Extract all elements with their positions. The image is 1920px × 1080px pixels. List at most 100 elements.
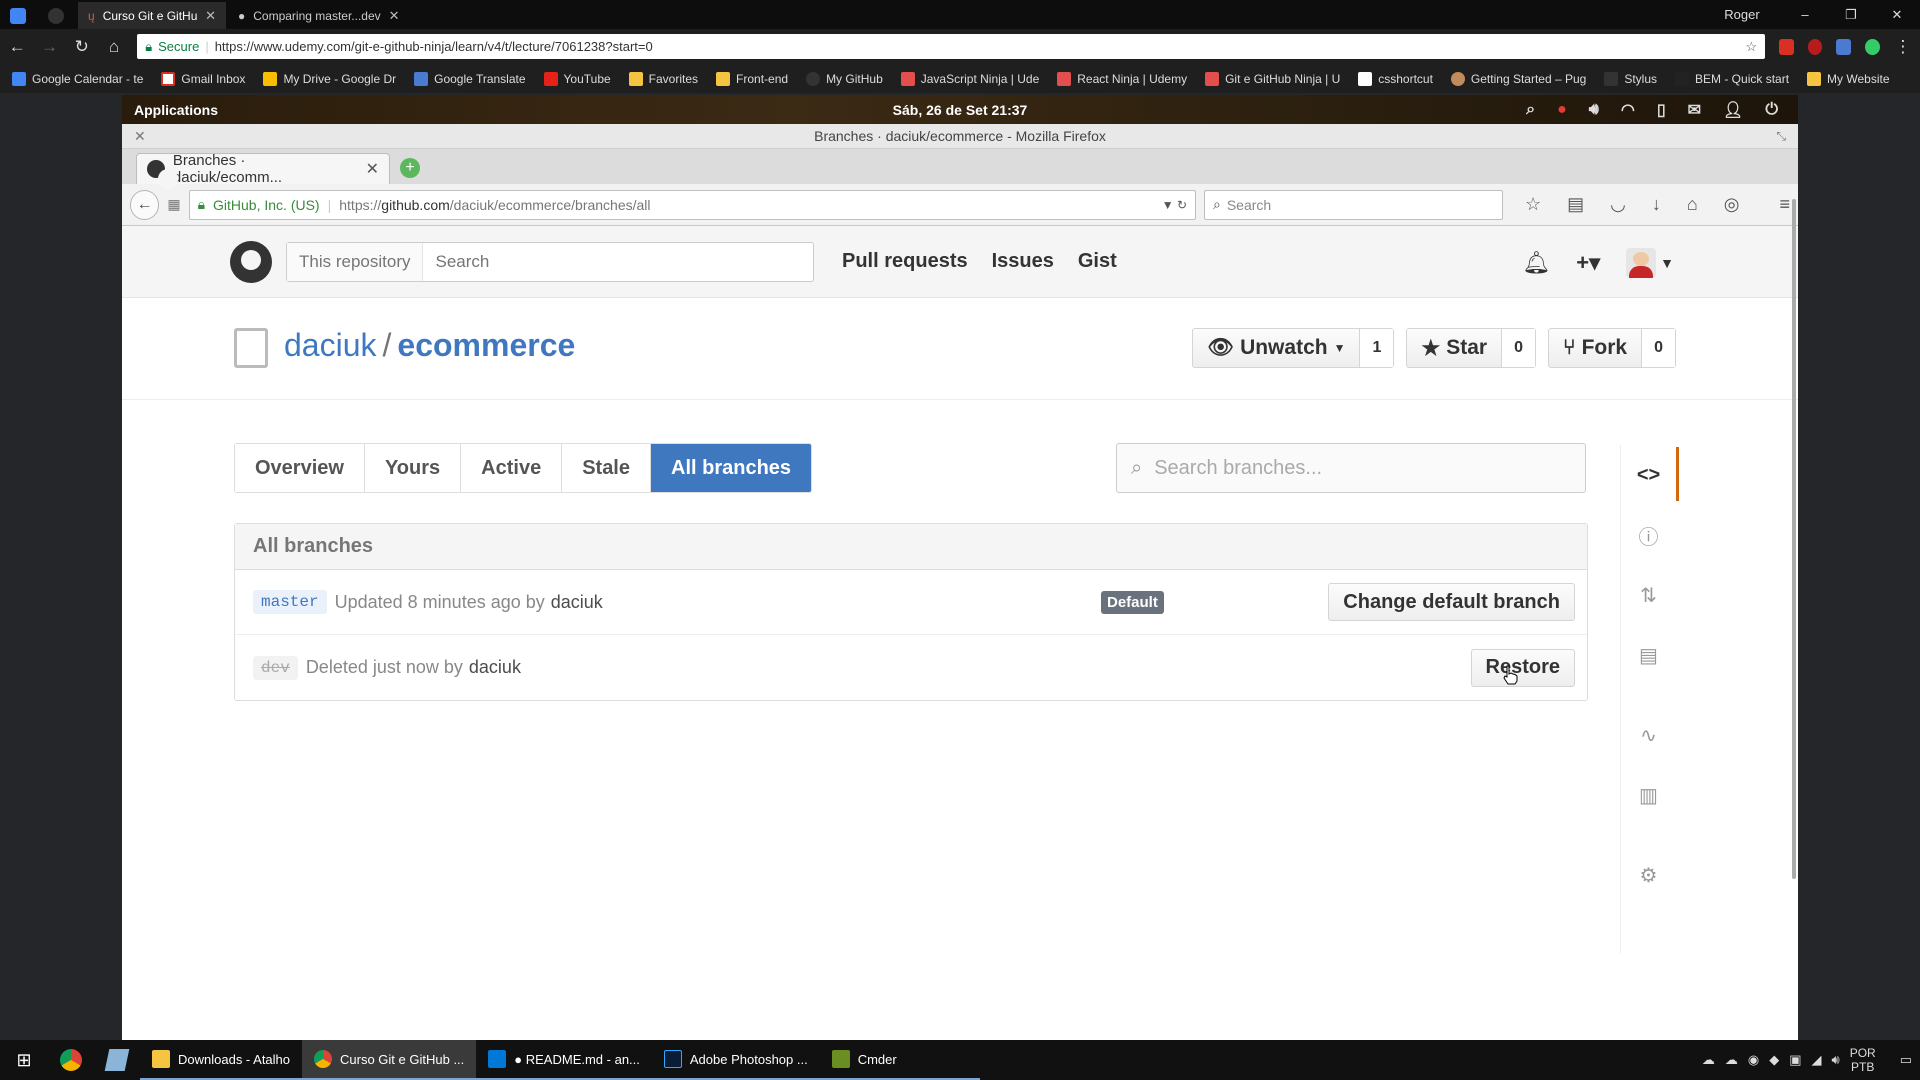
restore-icon[interactable]: ❐ xyxy=(1828,7,1874,23)
bookmark-item[interactable]: BEM - Quick start xyxy=(1675,71,1789,86)
site-identity[interactable]: GitHub, Inc. (US) xyxy=(213,197,320,213)
profile-name[interactable]: Roger xyxy=(1702,7,1782,22)
bookmark-item[interactable]: React Ninja | Udemy xyxy=(1057,71,1187,86)
windows-start-icon[interactable]: ⊞ xyxy=(0,1050,48,1071)
chrome-menu-icon[interactable]: ⋮ xyxy=(1894,37,1912,57)
download-icon[interactable]: ↓ xyxy=(1652,194,1661,215)
bookmark-item[interactable]: YouTube xyxy=(543,71,611,86)
branch-name-link[interactable]: master xyxy=(253,590,327,614)
grid-icon[interactable]: ▦ xyxy=(167,196,180,213)
nav-pull-requests[interactable]: Pull requests xyxy=(842,250,968,273)
repo-name-link[interactable]: ecommerce xyxy=(397,327,575,363)
tab-overview[interactable]: Overview xyxy=(235,444,365,492)
network-icon[interactable]: ◢ xyxy=(1811,1052,1821,1068)
close-window-icon[interactable]: ✕ xyxy=(134,128,146,145)
nav-gist[interactable]: Gist xyxy=(1078,250,1117,273)
extension-icon[interactable] xyxy=(1865,38,1880,55)
code-icon[interactable]: <> xyxy=(1621,445,1679,505)
nav-issues[interactable]: Issues xyxy=(992,250,1054,273)
user-icon[interactable]: 👤︎ xyxy=(1723,100,1743,120)
back-icon[interactable]: ← xyxy=(8,37,26,57)
bookmark-item[interactable]: Git e GitHub Ninja | U xyxy=(1205,71,1340,86)
input-language[interactable]: POR PTB xyxy=(1850,1046,1876,1074)
bookmark-folder[interactable]: My Website xyxy=(1807,71,1890,86)
repo-search[interactable]: This repository xyxy=(286,241,814,282)
pulse-icon[interactable]: ∿ xyxy=(1621,705,1677,765)
security-icon[interactable]: ◆ xyxy=(1769,1052,1779,1068)
new-tab-button[interactable] xyxy=(386,2,420,29)
minimize-icon[interactable]: – xyxy=(1782,7,1828,22)
bookmark-item[interactable]: Getting Started – Pug xyxy=(1450,71,1586,86)
fork-count[interactable]: 0 xyxy=(1642,329,1675,367)
reload-icon[interactable]: ↻ xyxy=(73,37,91,57)
notifications-icon[interactable]: ▭ xyxy=(1900,1052,1912,1068)
issues-icon[interactable]: ⓘ xyxy=(1621,505,1677,565)
chrome-tab-udemy[interactable]: ų Curso Git e GitHub Ninja ✕ xyxy=(78,2,226,29)
chat-icon[interactable]: ◎ xyxy=(1724,194,1740,215)
home-icon[interactable]: ⌂ xyxy=(1687,194,1698,215)
notepad-pinned-icon[interactable] xyxy=(94,1040,140,1080)
graphs-icon[interactable]: ▥ xyxy=(1621,765,1677,825)
taskbar-app-photoshop[interactable]: Adobe Photoshop ... xyxy=(651,1040,820,1080)
cloud-icon[interactable]: ☁ xyxy=(1702,1052,1715,1068)
record-icon[interactable]: ● xyxy=(1557,101,1567,119)
bookmark-item[interactable]: Google Translate xyxy=(414,71,526,86)
bookmark-item[interactable]: csshortcut xyxy=(1358,71,1433,86)
ublock-extension-icon[interactable] xyxy=(1807,38,1823,55)
wiki-icon[interactable]: ▤ xyxy=(1621,625,1677,685)
repo-owner-link[interactable]: daciuk xyxy=(284,327,377,363)
bookmark-item[interactable]: My GitHub xyxy=(806,71,883,86)
tab-all-branches[interactable]: All branches xyxy=(651,444,812,492)
tab-active[interactable]: Active xyxy=(461,444,563,492)
bell-icon[interactable]: 🔔︎ xyxy=(1522,250,1550,276)
close-tab-icon[interactable]: ✕ xyxy=(366,159,379,179)
branch-author-link[interactable]: daciuk xyxy=(469,657,521,678)
clock[interactable]: Sáb, 26 de Set 21:37 xyxy=(893,102,1028,118)
tab-yours[interactable]: Yours xyxy=(364,444,462,492)
change-default-branch-button[interactable]: Change default branch xyxy=(1328,583,1575,621)
bookmark-star-icon[interactable]: ☆ xyxy=(1525,194,1541,215)
close-tab-icon[interactable]: ✕ xyxy=(205,8,216,24)
chrome-tray-icon[interactable]: ◉ xyxy=(1748,1052,1759,1068)
branch-author-link[interactable]: daciuk xyxy=(551,592,603,613)
pocket-icon[interactable]: ◡ xyxy=(1610,194,1626,215)
star-count[interactable]: 0 xyxy=(1502,329,1535,367)
close-window-icon[interactable]: ✕ xyxy=(1874,7,1920,23)
dropdown-icon[interactable]: ▼ ↻ xyxy=(1162,198,1187,212)
bookmark-item[interactable]: My Drive - Google Dr xyxy=(263,71,396,86)
gmail-extension-icon[interactable] xyxy=(1779,38,1794,55)
taskbar-app-cmder[interactable]: Cmder xyxy=(819,1040,980,1080)
firefox-tab-branches[interactable]: Branches · daciuk/ecomm... ✕ xyxy=(136,152,390,189)
fork-button[interactable]: ⑂ Fork 0 xyxy=(1547,328,1676,368)
maximize-icon[interactable]: ⤡ xyxy=(1776,129,1786,144)
search-icon[interactable]: ⌕ xyxy=(1526,101,1535,119)
power-icon[interactable]: ⏻ xyxy=(1765,101,1778,119)
search-bar[interactable]: ⌕ Search xyxy=(1204,189,1504,220)
forward-icon[interactable]: → xyxy=(40,37,58,57)
chrome-pinned-icon[interactable] xyxy=(48,1040,94,1080)
github-logo-icon[interactable] xyxy=(230,240,272,283)
pinned-tab[interactable] xyxy=(2,2,38,29)
restore-branch-button[interactable]: Restore xyxy=(1470,648,1575,687)
wifi-icon[interactable]: ◠ xyxy=(1621,100,1635,120)
watch-count[interactable]: 1 xyxy=(1360,329,1394,367)
bookmark-item[interactable]: Gmail Inbox xyxy=(161,71,245,86)
new-tab-button[interactable]: + xyxy=(400,158,420,178)
clipboard-icon[interactable]: ▤ xyxy=(1567,194,1584,215)
back-button[interactable]: ← xyxy=(130,189,160,220)
bluetooth-icon[interactable]: ▣ xyxy=(1789,1052,1801,1068)
page-scrollbar[interactable] xyxy=(1790,199,1798,879)
home-icon[interactable]: ⌂ xyxy=(105,37,123,57)
unwatch-button[interactable]: 👁︎ Unwatch ▼ 1 xyxy=(1192,328,1395,368)
bookmark-folder[interactable]: Favorites xyxy=(628,71,698,86)
volume-icon[interactable]: 🔊︎ xyxy=(1589,101,1599,119)
settings-gear-icon[interactable]: ⚙ xyxy=(1621,845,1677,905)
avatar-dropdown[interactable]: ▼ xyxy=(1626,248,1674,278)
bookmark-item[interactable]: Google Calendar - te xyxy=(12,71,143,86)
taskbar-app-vscode[interactable]: ● README.md - an... xyxy=(476,1040,652,1080)
mail-icon[interactable]: ✉ xyxy=(1688,100,1701,120)
battery-icon[interactable]: ▯ xyxy=(1657,100,1666,120)
bookmark-item[interactable]: JavaScript Ninja | Ude xyxy=(900,71,1039,86)
hamburger-menu-icon[interactable]: ≡ xyxy=(1779,194,1790,215)
omnibox[interactable]: 🔒︎ Secure | https://www.udemy.com/git-e-… xyxy=(137,34,1766,59)
